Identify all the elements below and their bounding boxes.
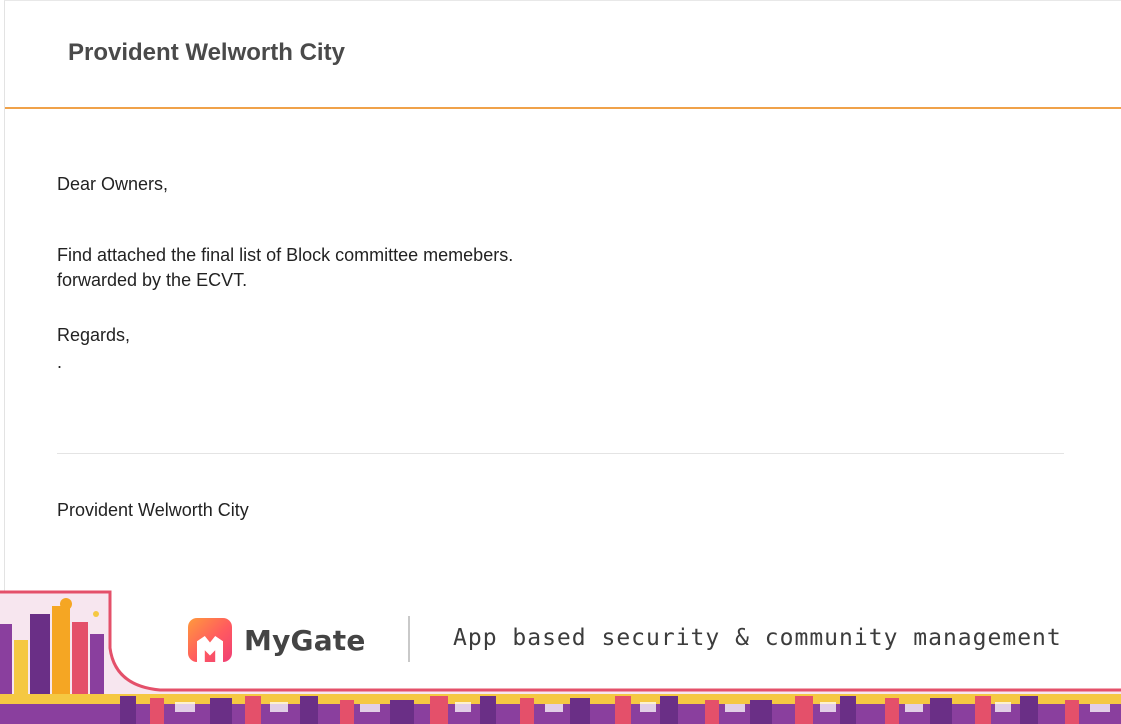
mygate-brand-name: MyGate [244,623,366,657]
city-skyline-illustration [0,590,1121,724]
closing-dot: . [57,352,63,372]
mygate-brand: MyGate [188,618,366,662]
mygate-logo-icon [188,618,232,662]
closing-text: Regards, [57,325,131,345]
sender-title: Provident Welworth City [68,39,345,66]
mygate-footer-banner [0,588,1121,724]
signature-sender: Provident Welworth City [57,500,249,520]
message-line-2: forwarded by the ECVT. [57,270,248,290]
mygate-tagline: App based security & community managemen… [453,625,1062,651]
brand-separator [408,616,410,662]
email-header: Provident Welworth City [5,1,1121,109]
greeting-text: Dear Owners, [57,174,169,194]
message-line-1: Find attached the final list of Block co… [57,245,514,265]
signature-divider [57,453,1064,454]
